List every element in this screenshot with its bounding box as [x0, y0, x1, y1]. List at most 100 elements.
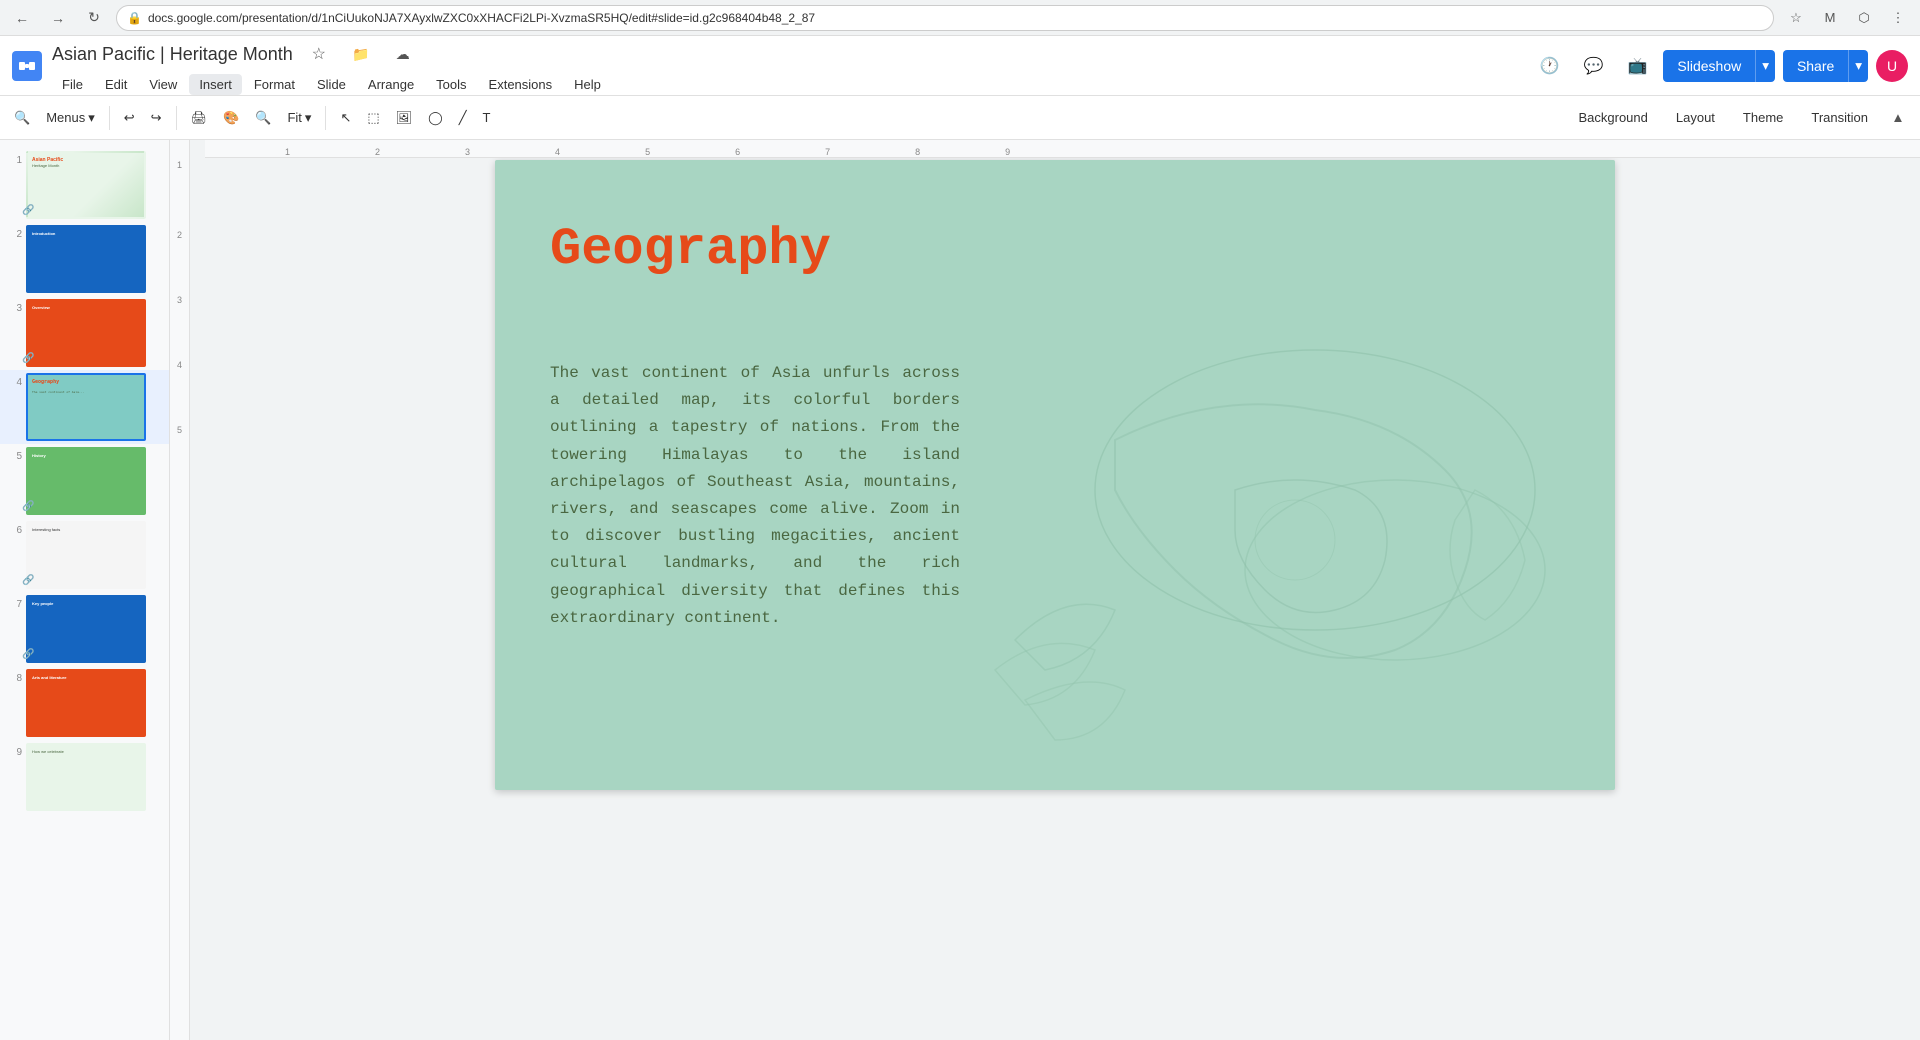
- fit-button[interactable]: Fit ▾: [281, 103, 317, 133]
- transition-button[interactable]: Transition: [1799, 106, 1880, 129]
- url-text: docs.google.com/presentation/d/1nCiUukoN…: [148, 11, 815, 25]
- present-icon[interactable]: 📺: [1619, 48, 1655, 84]
- print-button[interactable]: 🖨: [185, 103, 214, 133]
- slide-thumb-5: History: [26, 447, 146, 515]
- slide-item-3[interactable]: 3 Overview 🔗: [0, 296, 169, 370]
- menus-dropdown-icon: ▾: [88, 110, 95, 126]
- extensions-icon[interactable]: ⬡: [1850, 4, 1878, 32]
- slideshow-dropdown[interactable]: ▾: [1755, 50, 1775, 82]
- divider-2: [176, 106, 177, 130]
- menu-extensions[interactable]: Extensions: [479, 74, 563, 95]
- slideshow-button[interactable]: Slideshow: [1663, 50, 1755, 82]
- menu-format[interactable]: Format: [244, 74, 305, 95]
- slide-item-6[interactable]: 6 Interesting facts 🔗: [0, 518, 169, 592]
- toolbar: 🔍 Menus ▾ ↩ ↪ 🖨 🎨 🔍 Fit ▾ ↖ ⬚ 🖼 ◯ ╱ T Ba…: [0, 96, 1920, 140]
- folder-icon[interactable]: 📁: [343, 36, 379, 72]
- doc-title[interactable]: Asian Pacific | Heritage Month: [52, 44, 293, 65]
- map-background: [915, 290, 1615, 790]
- theme-button[interactable]: Theme: [1731, 106, 1795, 129]
- layout-button[interactable]: Layout: [1664, 106, 1727, 129]
- back-button[interactable]: ←: [8, 4, 36, 32]
- ruler-h-3: 3: [465, 147, 470, 157]
- divider-3: [325, 106, 326, 130]
- comment-icon[interactable]: 💬: [1575, 48, 1611, 84]
- slide-link-icon-3: 🔗: [22, 353, 34, 364]
- profile-icon[interactable]: M: [1816, 4, 1844, 32]
- vertical-ruler: 1 2 3 4 5: [170, 140, 190, 1040]
- menus-button[interactable]: Menus ▾: [40, 103, 101, 133]
- menu-file[interactable]: File: [52, 74, 93, 95]
- slide-number-7: 7: [6, 595, 22, 610]
- fit-dropdown-icon: ▾: [305, 110, 312, 126]
- menu-help[interactable]: Help: [564, 74, 611, 95]
- search-button[interactable]: 🔍: [8, 103, 36, 133]
- slide-thumb-4: Geography The vast continent of Asia...: [26, 373, 146, 441]
- slide-item-5[interactable]: 5 History 🔗: [0, 444, 169, 518]
- select-tool[interactable]: ↖: [334, 103, 357, 133]
- menu-bar: File Edit View Insert Format Slide Arran…: [52, 74, 1521, 95]
- image-tool[interactable]: 🖼: [390, 103, 419, 133]
- paint-format-button[interactable]: 🎨: [217, 103, 245, 133]
- slide-link-icon-5: 🔗: [22, 501, 34, 512]
- slide-item-8[interactable]: 8 Arts and literature: [0, 666, 169, 740]
- slide-thumb-6: Interesting facts: [26, 521, 146, 589]
- menu-insert[interactable]: Insert: [189, 74, 242, 95]
- background-button[interactable]: Background: [1566, 106, 1659, 129]
- cloud-icon[interactable]: ☁: [385, 36, 421, 72]
- forward-button[interactable]: →: [44, 4, 72, 32]
- menu-tools[interactable]: Tools: [426, 74, 476, 95]
- canvas-area[interactable]: 1 2 3 4 5 6 7 8 9: [190, 140, 1920, 1040]
- slide-thumb-7: Key people: [26, 595, 146, 663]
- ruler-mark-4: 4: [177, 360, 182, 370]
- zoom-button[interactable]: 🔍: [249, 103, 277, 133]
- more-icon[interactable]: ⋮: [1884, 4, 1912, 32]
- slide-title[interactable]: Geography: [550, 220, 831, 279]
- slide-item-4[interactable]: 4 Geography The vast continent of Asia..…: [0, 370, 169, 444]
- slide-item-2[interactable]: 2 Introduction: [0, 222, 169, 296]
- menu-edit[interactable]: Edit: [95, 74, 137, 95]
- slide-number-2: 2: [6, 225, 22, 240]
- browser-bar: ← → ↻ 🔒 docs.google.com/presentation/d/1…: [0, 0, 1920, 36]
- ruler-h-8: 8: [915, 147, 920, 157]
- ruler-h-6: 6: [735, 147, 740, 157]
- ruler-mark-5: 5: [177, 425, 182, 435]
- line-tool[interactable]: ╱: [453, 103, 473, 133]
- slide-number-5: 5: [6, 447, 22, 462]
- slide-item-9[interactable]: 9 How we celebrate: [0, 740, 169, 814]
- share-dropdown[interactable]: ▾: [1848, 50, 1868, 82]
- menu-view[interactable]: View: [139, 74, 187, 95]
- text-tool[interactable]: T: [477, 103, 497, 133]
- ruler-h-1: 1: [285, 147, 290, 157]
- slide-thumb-9: How we celebrate: [26, 743, 146, 811]
- menu-slide[interactable]: Slide: [307, 74, 356, 95]
- share-btn-group: Share ▾: [1783, 50, 1868, 82]
- slide-link-icon-7: 🔗: [22, 649, 34, 660]
- reload-button[interactable]: ↻: [80, 4, 108, 32]
- star-icon[interactable]: ☆: [301, 36, 337, 72]
- collapse-toolbar-button[interactable]: ▲: [1884, 104, 1912, 132]
- menu-arrange[interactable]: Arrange: [358, 74, 424, 95]
- avatar[interactable]: U: [1876, 50, 1908, 82]
- main-area: 1 Asian Pacific Heritage Month 🔗 2 Intro…: [0, 140, 1920, 1040]
- app-header: Asian Pacific | Heritage Month ☆ 📁 ☁ Fil…: [0, 36, 1920, 96]
- bookmark-icon[interactable]: ☆: [1782, 4, 1810, 32]
- history-icon[interactable]: 🕐: [1531, 48, 1567, 84]
- lock-icon: 🔒: [127, 11, 142, 25]
- slide-number-6: 6: [6, 521, 22, 536]
- slide-item-7[interactable]: 7 Key people 🔗: [0, 592, 169, 666]
- slide-body[interactable]: The vast continent of Asia unfurls acros…: [550, 360, 960, 632]
- slide-thumb-3: Overview: [26, 299, 146, 367]
- slide-number-3: 3: [6, 299, 22, 314]
- ruler-h-7: 7: [825, 147, 830, 157]
- address-bar[interactable]: 🔒 docs.google.com/presentation/d/1nCiUuk…: [116, 5, 1774, 31]
- share-button[interactable]: Share: [1783, 50, 1848, 82]
- slide-item-1[interactable]: 1 Asian Pacific Heritage Month 🔗: [0, 148, 169, 222]
- divider-1: [109, 106, 110, 130]
- slide-thumb-1: Asian Pacific Heritage Month: [26, 151, 146, 219]
- shapes-tool[interactable]: ◯: [422, 103, 449, 133]
- undo-button[interactable]: ↩: [118, 103, 141, 133]
- ruler-h-4: 4: [555, 147, 560, 157]
- select-frame-tool[interactable]: ⬚: [361, 103, 385, 133]
- slide-canvas[interactable]: Geography The vast continent of Asia unf…: [495, 160, 1615, 790]
- redo-button[interactable]: ↪: [145, 103, 168, 133]
